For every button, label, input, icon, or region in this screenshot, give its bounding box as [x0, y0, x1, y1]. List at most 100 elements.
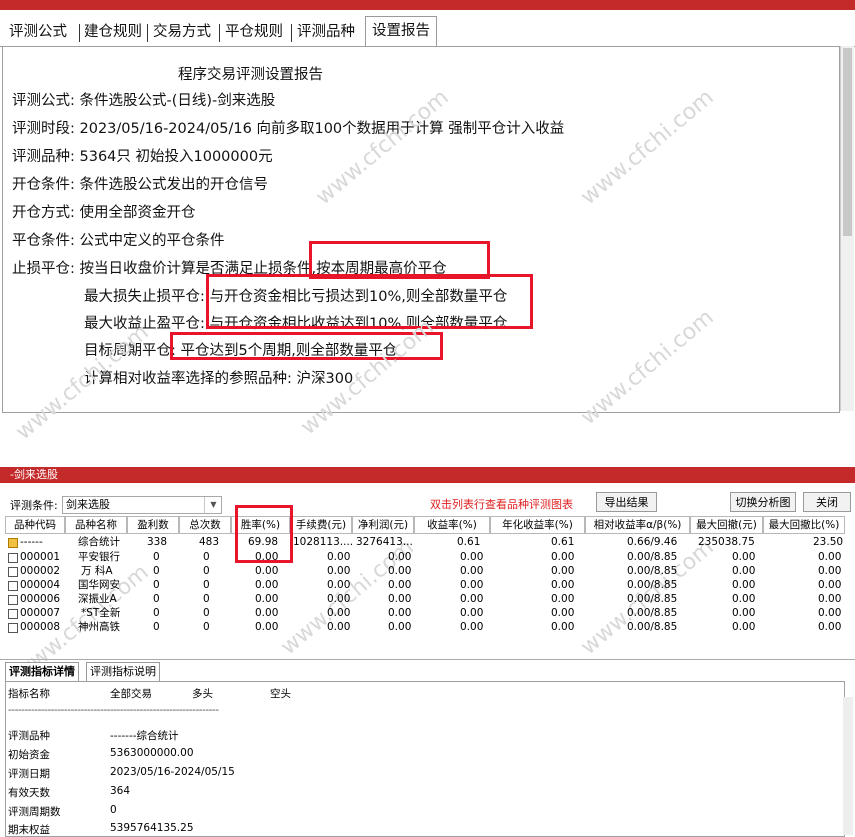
detail-label: 评测日期: [8, 768, 50, 780]
cell-relative-return: 0.00/8.85: [627, 565, 678, 577]
table-row[interactable]: 000006 深振业A 0 0 0.00 0.00 0.00 0.00 0.00…: [5, 594, 845, 605]
cell-max-drawdown-ratio: 0.00: [818, 551, 842, 563]
cell-annual-return: 0.00: [551, 579, 575, 591]
cell-code: 000006: [20, 593, 61, 605]
tab-instruments[interactable]: 评测品种: [297, 19, 355, 45]
close-button[interactable]: 关闭: [803, 492, 851, 512]
cell-wins: 0: [153, 579, 160, 591]
table-row[interactable]: 000008 神州高铁 0 0 0.00 0.00 0.00 0.00 0.00…: [5, 622, 845, 633]
table-row[interactable]: 000001 平安银行 0 0 0.00 0.00 0.00 0.00 0.00…: [5, 552, 845, 563]
tab-separator: [291, 24, 292, 42]
report-scrollbar[interactable]: [840, 46, 854, 411]
tab-metric-explanation[interactable]: 评测指标说明: [86, 662, 160, 682]
tab-settings-report[interactable]: 设置报告: [365, 16, 437, 47]
cell-fee: 0.00: [327, 607, 351, 619]
detail-header-short: 空头: [270, 688, 291, 700]
cell-max-drawdown-ratio: 23.50: [813, 536, 844, 548]
table-row[interactable]: ------ 综合统计 338 483 69.98 1028113.... 32…: [5, 537, 845, 548]
row-checkbox[interactable]: [8, 567, 18, 577]
detail-value: 5363000000.00: [110, 747, 194, 759]
column-header[interactable]: 年化收益率(%): [490, 516, 585, 534]
eval-condition-value: 剑来选股: [66, 498, 110, 511]
tab-metric-details[interactable]: 评测指标详情: [5, 662, 79, 682]
cell-name: 国华网安: [78, 579, 120, 591]
report-line-benchmark: 计算相对收益率选择的参照品种: 沪深300: [84, 371, 354, 387]
cell-fee: 0.00: [327, 593, 351, 605]
report-line-period: 评测时段: 2023/05/16-2024/05/16 向前多取100个数据用于…: [12, 121, 565, 137]
results-window-title: -剑来选股: [0, 467, 855, 483]
column-header[interactable]: 品种代码: [5, 516, 65, 534]
results-grid-header: 品种代码 品种名称 盈利数 总次数 胜率(%) 手续费(元) 净利润(元) 收益…: [5, 516, 845, 534]
highlight-box: [206, 274, 533, 329]
cell-profit: 0.00: [388, 565, 412, 577]
row-checkbox[interactable]: [8, 553, 18, 563]
column-header[interactable]: 总次数: [179, 516, 231, 534]
switch-chart-button[interactable]: 切换分析图: [730, 492, 796, 512]
report-line-formula: 评测公式: 条件选股公式-(日线)-剑来选股: [12, 93, 276, 109]
chevron-down-icon[interactable]: ▼: [204, 497, 222, 513]
cell-max-drawdown: 235038.75: [698, 536, 755, 548]
cell-annual-return: 0.00: [551, 607, 575, 619]
cell-name: 深振业A: [78, 593, 117, 605]
cell-max-drawdown: 0.00: [732, 621, 756, 633]
cell-name: 平安银行: [78, 551, 120, 563]
cell-total: 0: [203, 565, 210, 577]
cell-relative-return: 0.66/9.46: [627, 536, 678, 548]
top-tab-bar: 评测公式 建仓规则 交易方式 平仓规则 评测品种 设置报告: [0, 10, 855, 47]
column-header[interactable]: 相对收益率α/β(%): [585, 516, 690, 534]
cell-name: 万 科A: [81, 565, 113, 577]
detail-scrollbar[interactable]: [843, 697, 853, 835]
table-row[interactable]: 000002 万 科A 0 0 0.00 0.00 0.00 0.00 0.00…: [5, 566, 845, 577]
cell-wins: 0: [153, 565, 160, 577]
cell-code: 000004: [20, 579, 61, 591]
column-header[interactable]: 净利润(元): [352, 516, 414, 534]
tab-formula[interactable]: 评测公式: [9, 19, 67, 45]
cell-annual-return: 0.00: [551, 593, 575, 605]
column-header[interactable]: 品种名称: [65, 516, 127, 534]
cell-max-drawdown: 0.00: [732, 565, 756, 577]
column-header[interactable]: 收益率(%): [414, 516, 490, 534]
row-checkbox[interactable]: [8, 609, 18, 619]
cell-name: *ST全新: [81, 607, 121, 619]
cell-code: ------: [20, 536, 43, 548]
cell-profit: 0.00: [388, 607, 412, 619]
metric-details-panel: 指标名称 全部交易 多头 空头 ------------------------…: [5, 681, 845, 837]
tab-trade-mode[interactable]: 交易方式: [153, 19, 211, 45]
highlight-box: [235, 505, 293, 563]
cell-relative-return: 0.00/8.85: [627, 593, 678, 605]
eval-condition-label: 评测条件:: [10, 499, 58, 512]
column-header[interactable]: 最大回撤比(%): [763, 516, 845, 534]
detail-label: 评测周期数: [8, 806, 61, 818]
table-row[interactable]: 000007 *ST全新 0 0 0.00 0.00 0.00 0.00 0.0…: [5, 608, 845, 619]
cell-max-drawdown-ratio: 0.00: [818, 593, 842, 605]
row-checkbox[interactable]: [8, 581, 18, 591]
row-checkbox[interactable]: [8, 595, 18, 605]
detail-header-all: 全部交易: [110, 688, 152, 700]
export-results-button[interactable]: 导出结果: [596, 492, 657, 512]
table-row[interactable]: 000004 国华网安 0 0 0.00 0.00 0.00 0.00 0.00…: [5, 580, 845, 591]
tab-separator: [219, 24, 220, 42]
cell-return: 0.00: [460, 579, 484, 591]
column-header[interactable]: 手续费(元): [290, 516, 352, 534]
cell-return: 0.00: [460, 551, 484, 563]
cell-relative-return: 0.00/8.85: [627, 579, 678, 591]
row-checkbox[interactable]: [8, 623, 18, 633]
cell-return: 0.00: [460, 565, 484, 577]
tab-open-rules[interactable]: 建仓规则: [84, 19, 142, 45]
scroll-thumb[interactable]: [843, 48, 852, 236]
tab-close-rules[interactable]: 平仓规则: [225, 19, 283, 45]
column-header[interactable]: 最大回撤(元): [690, 516, 763, 534]
cell-return: 0.61: [457, 536, 481, 548]
cell-max-drawdown-ratio: 0.00: [818, 621, 842, 633]
column-header[interactable]: 盈利数: [127, 516, 179, 534]
cell-annual-return: 0.00: [551, 565, 575, 577]
cell-wins: 0: [153, 621, 160, 633]
detail-divider: ----------------------------------------…: [8, 704, 219, 716]
cell-code: 000008: [20, 621, 61, 633]
detail-label: 有效天数: [8, 787, 50, 799]
detail-value: 364: [110, 785, 131, 797]
cell-wins: 338: [147, 536, 168, 548]
eval-condition-select[interactable]: 剑来选股: [62, 496, 222, 514]
cell-name: 综合统计: [78, 536, 120, 548]
cell-fee: 0.00: [327, 565, 351, 577]
